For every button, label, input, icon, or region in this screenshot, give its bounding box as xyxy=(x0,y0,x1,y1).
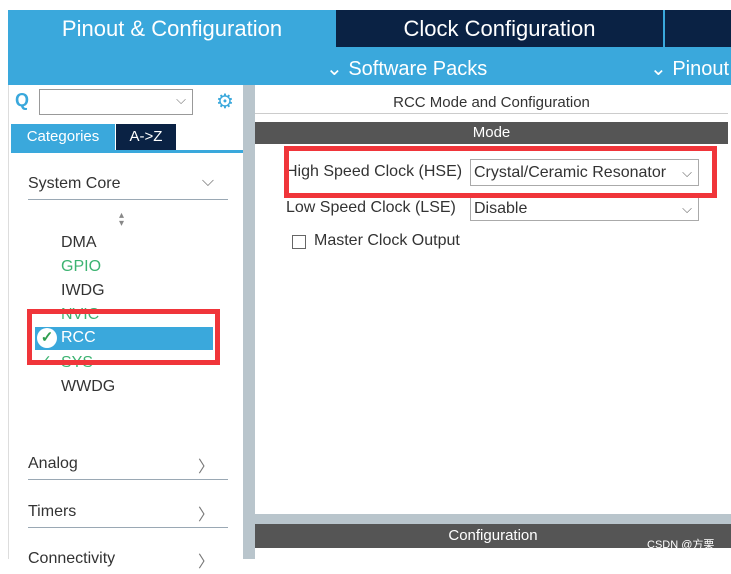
chevron-right-icon: 〉 xyxy=(197,507,214,524)
watermark: CSDN @方栗 xyxy=(647,539,715,551)
tab-project-manager[interactable] xyxy=(664,10,731,47)
tab-clock-configuration[interactable]: Clock Configuration xyxy=(336,10,663,47)
highlight-box xyxy=(284,146,717,198)
lse-label: Low Speed Clock (LSE) xyxy=(286,199,456,216)
software-packs-menu[interactable]: ⌄ Software Packs xyxy=(326,56,487,81)
panel-title: RCC Mode and Configuration xyxy=(393,94,590,111)
chevron-down-icon: ⌵ xyxy=(201,173,214,190)
list-item[interactable]: WWDG xyxy=(61,378,115,396)
mco-label: Master Clock Output xyxy=(314,232,460,249)
tab-pinout-configuration[interactable]: Pinout & Configuration xyxy=(8,10,336,47)
pinout-menu[interactable]: ⌄ Pinout xyxy=(650,56,729,81)
panel-divider[interactable] xyxy=(243,85,255,559)
list-item[interactable]: IWDG xyxy=(61,282,105,300)
list-item[interactable]: DMA xyxy=(61,234,97,252)
tab-categories[interactable]: Categories xyxy=(11,124,115,150)
top-tab-bar: Pinout & Configuration Clock Configurati… xyxy=(8,10,731,47)
sort-icon[interactable]: ▴ ▾ xyxy=(119,211,124,229)
list-item[interactable]: GPIO xyxy=(61,258,101,276)
category-analog[interactable]: Analog 〉 xyxy=(28,455,228,480)
panel-divider-horizontal[interactable] xyxy=(255,514,731,524)
search-input[interactable]: ⌵ xyxy=(39,89,193,115)
category-timers[interactable]: Timers 〉 xyxy=(28,503,228,528)
chevron-right-icon: 〉 xyxy=(197,554,214,571)
tab-underline xyxy=(11,150,244,153)
chevron-right-icon: 〉 xyxy=(197,459,214,476)
category-system-core[interactable]: System Core ⌵ xyxy=(28,173,228,200)
chevron-down-icon: ⌵ xyxy=(176,92,186,107)
chevron-down-icon: ⌵ xyxy=(682,201,692,216)
highlight-box xyxy=(27,309,220,365)
gear-icon[interactable]: ⚙ xyxy=(216,89,234,114)
lse-select[interactable]: Disable ⌵ xyxy=(470,196,699,221)
category-connectivity[interactable]: Connectivity 〉 xyxy=(28,550,228,574)
mode-header: Mode xyxy=(255,122,728,144)
tab-a-z[interactable]: A->Z xyxy=(116,124,176,150)
search-icon: Q xyxy=(15,90,30,110)
mco-checkbox[interactable] xyxy=(292,235,306,249)
sub-menu-bar: ⌄ Software Packs ⌄ Pinout xyxy=(8,47,731,85)
